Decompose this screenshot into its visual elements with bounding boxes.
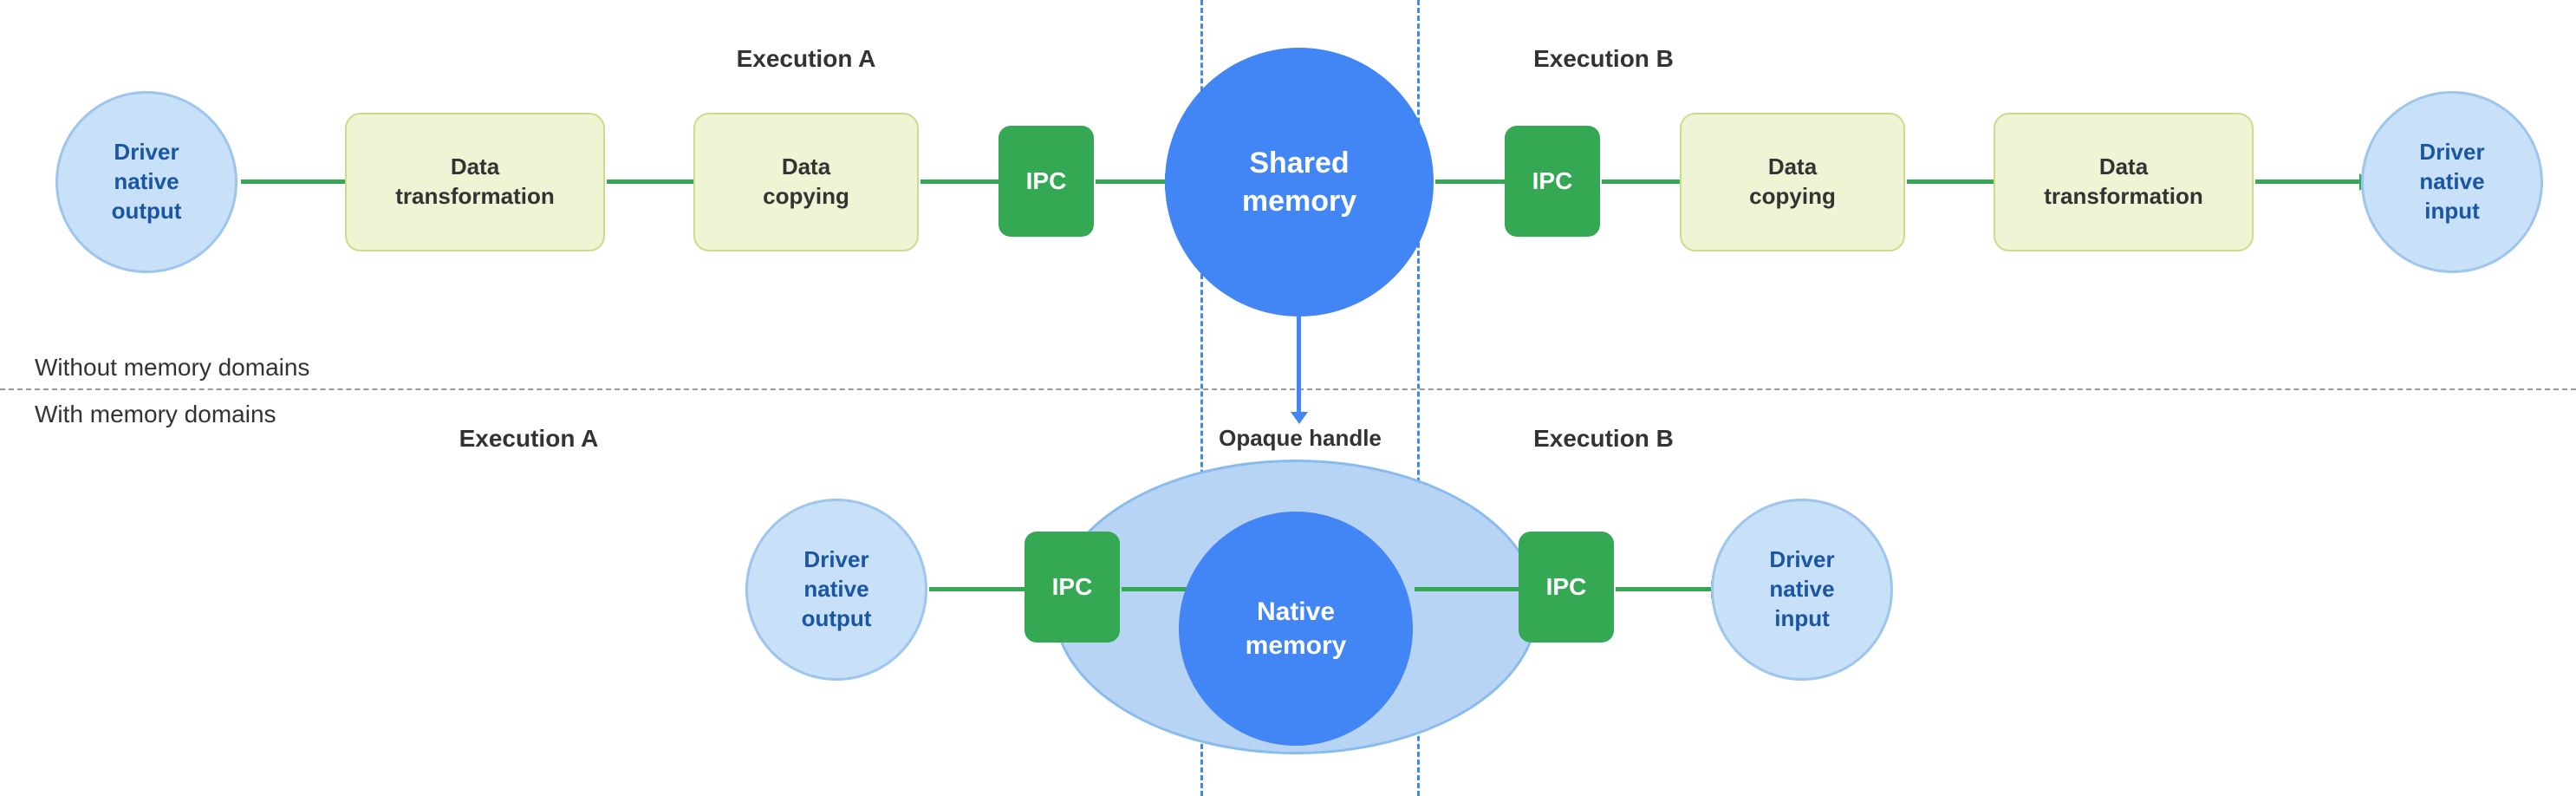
ipc-4-label: IPC bbox=[1546, 573, 1587, 601]
driver-native-output-top-label: Driver native output bbox=[112, 138, 182, 225]
arrow-8 bbox=[2255, 179, 2359, 184]
data-transformation-2-label: Data transformation bbox=[2044, 153, 2202, 212]
label-without-memory-domains: Without memory domains bbox=[35, 354, 309, 382]
shared-memory-label: Shared memory bbox=[1242, 144, 1356, 220]
shared-memory: Shared memory bbox=[1165, 48, 1434, 316]
arrow-5 bbox=[1435, 179, 1505, 184]
native-memory: Native memory bbox=[1179, 512, 1413, 746]
data-copying-2-label: Data copying bbox=[1749, 153, 1836, 212]
driver-native-input-top: Driver native input bbox=[2361, 91, 2543, 273]
ipc-2-label: IPC bbox=[1532, 167, 1573, 195]
ipc-3: IPC bbox=[1025, 532, 1120, 643]
diagram-container: Without memory domains With memory domai… bbox=[0, 0, 2576, 796]
arrow-bot-1 bbox=[929, 587, 1025, 591]
arrow-3 bbox=[920, 179, 999, 184]
native-memory-label: Native memory bbox=[1246, 595, 1347, 662]
driver-native-input-bot-label: Driver native input bbox=[1769, 545, 1834, 633]
driver-native-output-bot-label: Driver native output bbox=[802, 545, 872, 633]
label-with-memory-domains: With memory domains bbox=[35, 401, 276, 428]
arrow-down-shared bbox=[1297, 316, 1301, 412]
arrow-6 bbox=[1602, 179, 1680, 184]
driver-native-output-top: Driver native output bbox=[55, 91, 237, 273]
arrow-4 bbox=[1096, 179, 1165, 184]
opaque-handle-label: Opaque handle bbox=[1161, 425, 1439, 452]
ipc-2: IPC bbox=[1505, 126, 1600, 237]
driver-native-input-bot: Driver native input bbox=[1711, 499, 1893, 681]
exec-b-label-bot: Execution B bbox=[1473, 425, 1734, 453]
arrow-bot-4 bbox=[1616, 587, 1711, 591]
data-copying-1: Data copying bbox=[693, 113, 919, 251]
arrow-2 bbox=[607, 179, 693, 184]
arrow-bot-3 bbox=[1415, 587, 1519, 591]
data-transformation-1: Data transformation bbox=[345, 113, 605, 251]
driver-native-output-bot: Driver native output bbox=[745, 499, 927, 681]
data-copying-1-label: Data copying bbox=[763, 153, 849, 212]
arrow-1 bbox=[241, 179, 345, 184]
ipc-4: IPC bbox=[1519, 532, 1614, 643]
data-copying-2: Data copying bbox=[1680, 113, 1905, 251]
ipc-3-label: IPC bbox=[1052, 573, 1093, 601]
ipc-1: IPC bbox=[999, 126, 1094, 237]
driver-native-input-top-label: Driver native input bbox=[2419, 138, 2484, 225]
section-divider bbox=[0, 388, 2576, 390]
data-transformation-2: Data transformation bbox=[1994, 113, 2254, 251]
data-transformation-1-label: Data transformation bbox=[395, 153, 554, 212]
ipc-1-label: IPC bbox=[1026, 167, 1067, 195]
exec-a-label-bot: Execution A bbox=[399, 425, 659, 453]
exec-a-label-top: Execution A bbox=[676, 45, 936, 73]
exec-b-label-top: Execution B bbox=[1473, 45, 1734, 73]
arrow-7 bbox=[1907, 179, 1994, 184]
